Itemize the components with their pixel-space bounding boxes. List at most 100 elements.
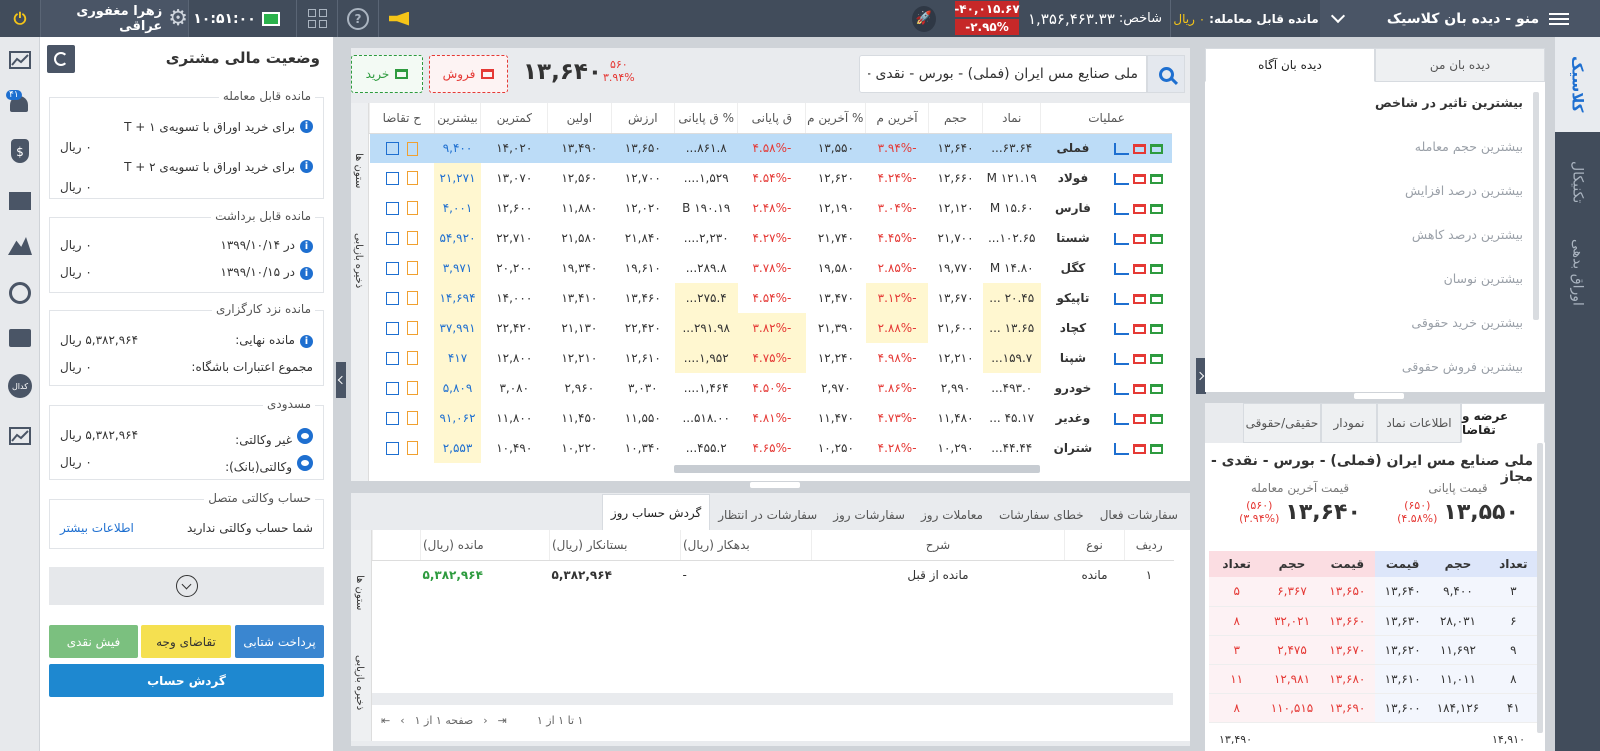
sell-cart-icon[interactable]: [1133, 173, 1147, 184]
column-header[interactable]: اولین: [547, 103, 612, 134]
buy-button[interactable]: خرید: [351, 55, 423, 93]
table-row[interactable]: کچاد ۱۳.۶۵ ... ۲۱,۶۰۰ -۲.۸۸% ۲۱,۳۹۰ -۳.۸۲% ۲۹۱…: [370, 313, 1173, 343]
external-link-icon[interactable]: [385, 321, 399, 335]
first-page-icon[interactable]: ⇤: [381, 714, 390, 727]
user-menu[interactable]: زهرا مغفوری عراقی ⚙: [41, 0, 188, 37]
vertical-scrollbar[interactable]: [1533, 92, 1539, 320]
sell-cart-icon[interactable]: [1133, 263, 1147, 274]
buy-cart-icon[interactable]: [1150, 233, 1164, 244]
sell-cart-icon[interactable]: [1133, 143, 1147, 154]
search-input[interactable]: [860, 56, 1146, 92]
table-row[interactable]: شپنا ۱۵۹.۷... ۱۲,۲۱۰ -۴.۹۸% ۱۲,۲۴۰ -۴.۷۵% ۱,۹۵…: [370, 343, 1173, 373]
save-restore-toggle[interactable]: ذخیره بازیابی: [354, 655, 365, 710]
tab-orders-4[interactable]: سفارشات در انتظار: [710, 500, 825, 530]
account-flow-button[interactable]: گردش حساب: [49, 664, 324, 697]
column-header[interactable]: کمترین: [480, 103, 548, 134]
mountain-icon[interactable]: [8, 237, 32, 255]
column-header[interactable]: عملیات: [1040, 103, 1172, 134]
tab-orders-0[interactable]: سفارشات فعال: [1092, 500, 1186, 530]
external-link-icon[interactable]: [385, 351, 399, 365]
column-header[interactable]: % ق پایانی: [674, 103, 738, 134]
money-bag-icon[interactable]: $: [11, 139, 29, 163]
columns-toggle[interactable]: ستون ها: [354, 575, 365, 610]
external-link-icon[interactable]: [385, 231, 399, 245]
column-header[interactable]: ارزش: [610, 103, 675, 134]
save-restore-toggle[interactable]: ذخیره بازیابی: [353, 233, 364, 288]
buy-cart-icon[interactable]: [1150, 323, 1164, 334]
tab-orders-5[interactable]: گردش حساب روز: [601, 494, 711, 530]
chart-icon[interactable]: [1114, 232, 1130, 245]
tab-orders-1[interactable]: خطای سفارشات: [991, 500, 1092, 530]
tab-ob-1[interactable]: اطلاعات نماد: [1377, 403, 1461, 443]
chart-icon[interactable]: [1114, 262, 1130, 275]
prev-page-icon[interactable]: ‹: [400, 714, 404, 727]
table-row[interactable]: کگل ۱۴.۸۰ M ۱۹,۷۷۰ -۲.۸۵% ۱۹,۵۸۰ -۳.۷۸% ۲۸۹.۸.…: [370, 253, 1173, 283]
bell-icon[interactable]: ۴۱: [6, 90, 30, 114]
tab-technical[interactable]: تکنیکال: [1555, 137, 1600, 227]
column-header[interactable]: مانده (ریال): [420, 530, 550, 561]
sell-cart-icon[interactable]: [1133, 293, 1147, 304]
horizontal-scrollbar[interactable]: [372, 693, 1173, 705]
collapse-left-handle[interactable]: [336, 362, 347, 398]
document-icon[interactable]: [406, 231, 418, 246]
buy-cart-icon[interactable]: [1150, 203, 1164, 214]
document-icon[interactable]: [406, 141, 418, 156]
list-icon[interactable]: [9, 192, 31, 210]
tab-orders-2[interactable]: معاملات روز: [913, 500, 991, 530]
chart-icon[interactable]: [1114, 412, 1130, 425]
horizontal-scrollbar[interactable]: [674, 465, 1040, 473]
tab-bonds[interactable]: اوراق بدهی: [1555, 227, 1600, 317]
link-icon[interactable]: [9, 282, 31, 304]
buy-cart-icon[interactable]: [1150, 383, 1164, 394]
external-link-icon[interactable]: [385, 291, 399, 305]
external-link-icon[interactable]: [385, 142, 399, 155]
column-header[interactable]: بستانکار (ریال): [549, 530, 681, 561]
power-button[interactable]: ⏻: [0, 0, 40, 37]
faq-icon[interactable]: [9, 329, 31, 347]
external-link-icon[interactable]: [385, 441, 399, 455]
dropdown-button[interactable]: [1320, 0, 1356, 37]
rocket-button[interactable]: 🚀: [912, 0, 936, 37]
document-icon[interactable]: [406, 321, 418, 336]
sell-button[interactable]: فروش: [429, 55, 508, 93]
refresh-button[interactable]: [47, 45, 75, 73]
chart-tool-icon[interactable]: [9, 51, 31, 69]
codal-icon[interactable]: کدال: [8, 374, 32, 398]
table-row[interactable]: شتران ۴۴.۴۴... ۱۰,۲۹۰ -۴.۲۸% ۱۰,۲۵۰ -۴.۶۵% ۴۵۵…: [370, 433, 1173, 463]
layout-button[interactable]: [298, 0, 336, 37]
column-header[interactable]: ردیف: [1124, 530, 1174, 561]
column-header[interactable]: نماد: [982, 103, 1041, 134]
document-icon[interactable]: [406, 381, 418, 396]
table-row[interactable]: فملی ۶۳.۶۴... ۱۳,۶۴۰ -۳.۹۴% ۱۳,۵۵۰ -۴.۵۸% ۸۶۱.…: [369, 133, 1172, 163]
next-page-icon[interactable]: ›: [483, 714, 487, 727]
document-icon[interactable]: [406, 261, 418, 276]
buy-cart-icon[interactable]: [1150, 413, 1164, 424]
tab-smart-watch[interactable]: دیده بان آگاه: [1205, 48, 1375, 82]
buy-cart-icon[interactable]: [1150, 263, 1164, 274]
tab-ob-2[interactable]: نمودار: [1321, 403, 1377, 443]
column-header[interactable]: % آخرین م: [805, 103, 866, 134]
tab-classic[interactable]: کلاسیک: [1555, 37, 1600, 132]
sell-cart-icon[interactable]: [1133, 443, 1147, 454]
columns-toggle[interactable]: ستون ها: [353, 153, 364, 188]
sell-cart-icon[interactable]: [1133, 353, 1147, 364]
symbol-search[interactable]: [859, 55, 1147, 93]
main-menu[interactable]: منو - دیده بان کلاسیک: [1356, 0, 1600, 37]
table-row[interactable]: فارس ۱۵.۶۰ M ۱۲,۱۲۰ -۳.۰۴% ۱۲,۱۹۰ -۲.۴۸% ۱۹۰.۱…: [370, 193, 1173, 223]
watch-list-item[interactable]: بیشترین خرید حقوقی: [1213, 313, 1523, 357]
column-header[interactable]: حجم: [927, 103, 983, 134]
watch-list-item[interactable]: بیشترین نوسان: [1213, 269, 1523, 313]
column-header[interactable]: بیشترین: [433, 103, 481, 134]
external-link-icon[interactable]: [385, 411, 399, 425]
document-icon[interactable]: [406, 291, 418, 306]
document-icon[interactable]: [406, 201, 418, 216]
column-header[interactable]: ق پایانی: [737, 103, 806, 134]
last-page-icon[interactable]: ⇥: [498, 714, 507, 727]
buy-cart-icon[interactable]: [1150, 443, 1164, 454]
tab-my-watch[interactable]: دیده بان من: [1375, 48, 1545, 82]
buy-cart-icon[interactable]: [1150, 173, 1164, 184]
tab-ob-0[interactable]: عرضه و تقاضا: [1461, 403, 1545, 443]
splitter-handle[interactable]: [750, 482, 800, 488]
splitter-handle[interactable]: [1354, 393, 1404, 399]
document-icon[interactable]: [406, 351, 418, 366]
